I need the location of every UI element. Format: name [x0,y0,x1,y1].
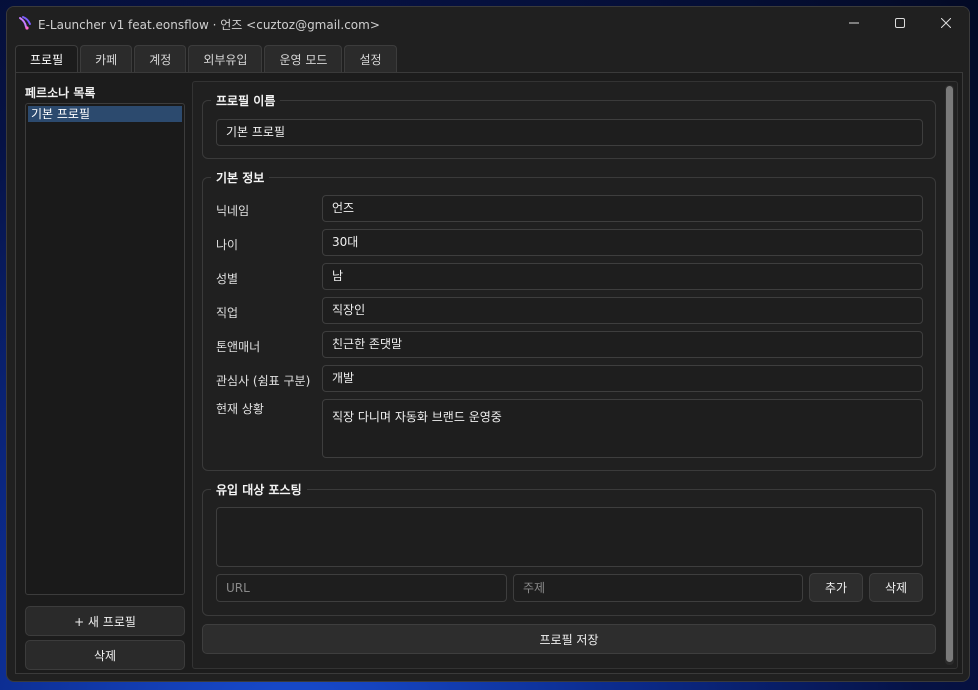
persona-list[interactable]: 기본 프로필 [25,103,185,595]
app-logo-icon [19,16,31,30]
profile-name-group-title: 프로필 이름 [211,92,281,109]
profile-tab-pane: 페르소나 목록 기본 프로필 + 새 프로필 삭제 프로필 이름 기본 프로필 … [15,72,963,674]
tab-profile[interactable]: 프로필 [15,45,79,73]
age-label: 나이 [216,238,239,252]
gender-input[interactable]: 남 [322,263,923,290]
tab-bar: 프로필 카페 계정 외부유입 운영 모드 설정 [15,45,397,73]
basic-info-group: 기본 정보 닉네임 언즈 나이 30대 성별 남 직업 직장인 톤앤매너 친근한… [202,169,936,471]
gender-label: 성별 [216,272,239,286]
close-icon [941,18,951,28]
title-bar: E-Launcher v1 feat.eonsflow · 언즈 <cuztoz… [7,7,969,39]
maximize-icon [895,18,905,28]
tab-cafe[interactable]: 카페 [80,45,133,73]
tab-external-inflow[interactable]: 외부유입 [188,45,263,73]
tab-account[interactable]: 계정 [134,45,187,73]
app-window: E-Launcher v1 feat.eonsflow · 언즈 <cuztoz… [6,6,970,682]
delete-profile-button[interactable]: 삭제 [25,640,185,670]
interests-input[interactable]: 개발 [322,365,923,392]
profile-editor-panel: 프로필 이름 기본 프로필 기본 정보 닉네임 언즈 나이 30대 성별 남 직… [192,81,958,669]
persona-list-title: 페르소나 목록 [25,86,96,100]
save-profile-button[interactable]: 프로필 저장 [202,624,936,654]
tone-input[interactable]: 친근한 존댓말 [322,331,923,358]
job-input[interactable]: 직장인 [322,297,923,324]
interests-label: 관심사 (쉼표 구분) [216,374,311,388]
tab-settings[interactable]: 설정 [344,45,397,73]
minimize-button[interactable] [831,7,877,39]
situation-label: 현재 상황 [216,402,264,416]
profile-name-group: 프로필 이름 기본 프로필 [202,92,936,159]
window-title: E-Launcher v1 feat.eonsflow · 언즈 <cuztoz… [38,18,380,32]
tone-label: 톤앤매너 [216,340,261,354]
url-input[interactable]: URL [216,574,507,602]
scrollbar-thumb[interactable] [946,86,953,662]
tab-operation-mode[interactable]: 운영 모드 [264,45,343,73]
job-label: 직업 [216,306,239,320]
add-posting-button[interactable]: 추가 [809,573,863,602]
close-button[interactable] [923,7,969,39]
persona-list-item[interactable]: 기본 프로필 [28,106,182,122]
situation-textarea[interactable]: 직장 다니며 자동화 브랜드 운영중 [322,399,923,458]
posting-group: 유입 대상 포스팅 URL 주제 추가 삭제 [202,481,936,616]
profile-name-input[interactable]: 기본 프로필 [216,119,923,146]
posting-list[interactable] [216,507,923,567]
maximize-button[interactable] [877,7,923,39]
basic-info-group-title: 기본 정보 [211,169,270,186]
nickname-label: 닉네임 [216,204,250,218]
posting-group-title: 유입 대상 포스팅 [211,481,307,498]
delete-posting-button[interactable]: 삭제 [869,573,923,602]
age-input[interactable]: 30대 [322,229,923,256]
scrollbar[interactable] [945,85,954,665]
nickname-input[interactable]: 언즈 [322,195,923,222]
topic-input[interactable]: 주제 [513,574,803,602]
minimize-icon [849,22,859,24]
new-profile-button[interactable]: + 새 프로필 [25,606,185,636]
